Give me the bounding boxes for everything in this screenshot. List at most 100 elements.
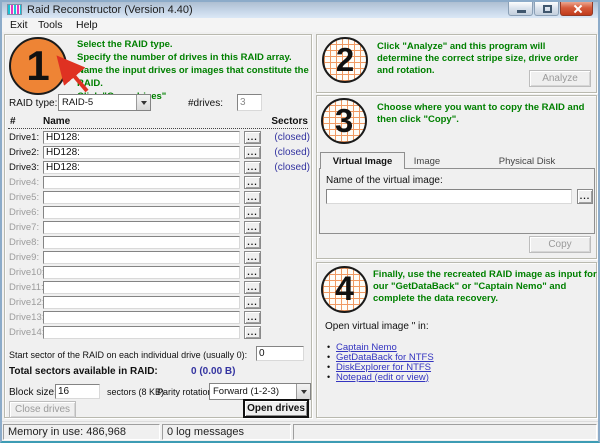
drive-browse-button[interactable]: ... — [244, 176, 261, 189]
drive-browse-button[interactable]: ... — [244, 191, 261, 204]
drive-browse-button[interactable]: ... — [244, 266, 261, 279]
close-button[interactable] — [560, 2, 593, 16]
bullet-icon: • — [327, 342, 336, 352]
drive-name-input — [43, 326, 240, 339]
open-in-link-row: • Captain Nemo — [327, 342, 434, 352]
block-size-label: Block size: — [9, 387, 57, 398]
step3-instructions: Choose where you want to copy the RAID a… — [377, 102, 593, 126]
drive-row: Drive5: ... — [7, 190, 311, 205]
drive-rows: Drive1: ... (closed) Drive2: ... (closed… — [7, 130, 311, 340]
title-bar[interactable]: Raid Reconstructor (Version 4.40) — [2, 2, 598, 18]
step2-number: 2 — [336, 41, 354, 79]
drive-label: Drive4: — [7, 177, 43, 188]
minimize-icon — [517, 10, 526, 13]
drive-label: Drive8: — [7, 237, 43, 248]
step2-badge: 2 — [322, 37, 368, 83]
drive-name-input[interactable] — [43, 131, 240, 144]
step1-number: 1 — [26, 42, 49, 90]
copy-button[interactable]: Copy — [529, 236, 591, 253]
open-in-link[interactable]: Notepad (edit or view) — [336, 372, 429, 383]
raid-type-select[interactable]: RAID-5 — [58, 94, 151, 111]
drive-row: Drive13: ... — [7, 310, 311, 325]
parity-rotation-label: Parity rotation: — [157, 387, 215, 397]
content-area: 1 Select the RAID type. Specify the numb… — [2, 32, 598, 421]
drive-row: Drive10: ... — [7, 265, 311, 280]
parity-rotation-select[interactable]: Forward (1-2-3) — [209, 383, 311, 400]
drive-browse-button[interactable]: ... — [244, 161, 261, 174]
drive-row: Drive1: ... (closed) — [7, 130, 311, 145]
tab-physical-disk[interactable]: Physical Disk — [467, 156, 587, 167]
drive-browse-button[interactable]: ... — [244, 311, 261, 324]
drive-label: Drive10: — [7, 267, 43, 278]
step3-panel: 3 Choose where you want to copy the RAID… — [316, 95, 597, 259]
maximize-button[interactable] — [534, 2, 559, 16]
drive-label: Drive3: — [7, 162, 43, 173]
open-in-link-row: • GetDataBack for NTFS — [327, 352, 434, 362]
drive-label: Drive7: — [7, 222, 43, 233]
start-sector-label: Start sector of the RAID on each individ… — [9, 350, 247, 360]
drive-label: Drive1: — [7, 132, 43, 143]
drive-label: Drive11: — [7, 282, 43, 293]
drive-label: Drive6: — [7, 207, 43, 218]
minimize-button[interactable] — [508, 2, 533, 16]
raid-type-value: RAID-5 — [59, 97, 136, 108]
drive-row: Drive11: ... — [7, 280, 311, 295]
drive-browse-button[interactable]: ... — [244, 131, 261, 144]
parity-dropdown-button[interactable] — [296, 384, 310, 399]
drive-name-input[interactable] — [43, 161, 240, 174]
num-drives-label: #drives: — [188, 98, 223, 109]
raid-type-dropdown-button[interactable] — [136, 95, 150, 110]
block-size-input[interactable] — [55, 384, 100, 399]
open-virtual-image-label: Open virtual image " in: — [325, 321, 429, 332]
block-size-suffix: sectors (8 KB) — [107, 387, 164, 397]
raid-type-label: RAID type: — [9, 98, 57, 109]
tab-image[interactable]: Image — [397, 156, 457, 167]
drive-status: (closed) — [261, 162, 311, 173]
drive-row: Drive3: ... (closed) — [7, 160, 311, 175]
parity-rotation-value: Forward (1-2-3) — [210, 386, 296, 397]
step2-panel: 2 Click "Analyze" and this program will … — [316, 34, 597, 93]
virtual-image-browse-button[interactable]: ... — [577, 189, 593, 204]
drive-name-input — [43, 311, 240, 324]
drive-browse-button[interactable]: ... — [244, 206, 261, 219]
drive-row: Drive4: ... — [7, 175, 311, 190]
menu-exit[interactable]: Exit — [10, 19, 28, 31]
step1-panel: 1 Select the RAID type. Specify the numb… — [4, 34, 312, 418]
header-separator — [8, 128, 308, 129]
menu-bar: Exit Tools Help — [2, 18, 598, 32]
open-drives-button[interactable]: Open drives — [243, 399, 309, 418]
col-header-sectors: Sectors — [271, 116, 308, 127]
step1-badge: 1 — [9, 37, 67, 95]
maximize-icon — [543, 5, 552, 13]
start-sector-input[interactable] — [256, 346, 304, 361]
bullet-icon: • — [327, 352, 336, 362]
status-bar: Memory in use: 486,968 0 log messages — [2, 421, 598, 441]
drive-browse-button[interactable]: ... — [244, 281, 261, 294]
drive-name-input — [43, 191, 240, 204]
bullet-icon: • — [327, 372, 336, 382]
step4-instructions: Finally, use the recreated RAID image as… — [373, 269, 599, 305]
menu-help[interactable]: Help — [76, 19, 98, 31]
col-header-name: Name — [43, 116, 70, 127]
close-drives-button[interactable]: Close drives — [9, 401, 76, 418]
tab-virtual-image[interactable]: Virtual Image — [320, 152, 405, 169]
analyze-button[interactable]: Analyze — [529, 70, 591, 87]
drive-name-input[interactable] — [43, 146, 240, 159]
drive-browse-button[interactable]: ... — [244, 146, 261, 159]
col-header-num: # — [10, 116, 16, 127]
drive-browse-button[interactable]: ... — [244, 221, 261, 234]
step4-panel: 4 Finally, use the recreated RAID image … — [316, 262, 597, 418]
drive-status: (closed) — [261, 147, 311, 158]
drive-browse-button[interactable]: ... — [244, 296, 261, 309]
virtual-image-name-input[interactable] — [326, 189, 572, 204]
drive-name-input — [43, 236, 240, 249]
total-sectors-value: 0 (0.00 B) — [191, 366, 235, 377]
drive-browse-button[interactable]: ... — [244, 326, 261, 339]
drive-name-input — [43, 251, 240, 264]
drive-name-input — [43, 296, 240, 309]
raid-reconstructor-window: Raid Reconstructor (Version 4.40) Exit T… — [0, 0, 600, 443]
drive-browse-button[interactable]: ... — [244, 236, 261, 249]
menu-tools[interactable]: Tools — [38, 19, 63, 31]
drive-row: Drive8: ... — [7, 235, 311, 250]
drive-browse-button[interactable]: ... — [244, 251, 261, 264]
